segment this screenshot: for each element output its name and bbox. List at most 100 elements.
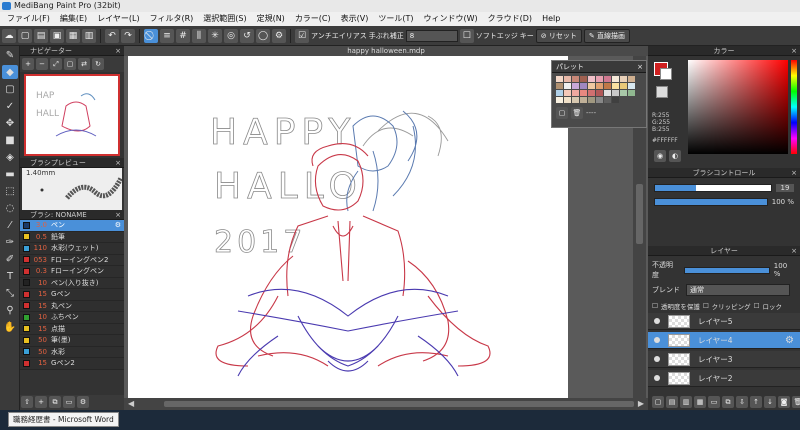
menu-cloud[interactable]: クラウド(D) (483, 12, 537, 26)
palette-swatch[interactable] (572, 90, 579, 96)
palette-swatch[interactable] (620, 83, 627, 89)
open-icon[interactable]: ▤ (34, 28, 48, 43)
palette-swatch[interactable] (556, 90, 563, 96)
dot-pen-icon[interactable]: ✓ (2, 99, 18, 113)
close-icon[interactable]: × (115, 46, 121, 56)
palette-swatch[interactable] (588, 76, 595, 82)
select-eraser-icon[interactable]: ✐ (2, 252, 18, 266)
palette-swatch[interactable] (604, 97, 611, 103)
delete-palette-icon[interactable]: 🗑 (571, 107, 583, 119)
concentric-ruler-icon[interactable]: ◎ (224, 28, 238, 43)
brush-item[interactable]: 3.0 ペン ⚙ (20, 220, 124, 232)
menu-help[interactable]: Help (537, 12, 565, 26)
visibility-icon[interactable] (654, 337, 660, 343)
palette-swatch[interactable] (572, 97, 579, 103)
blend-select[interactable]: 通常 (686, 284, 790, 296)
soft-edge-checkbox[interactable]: ☐ (459, 28, 474, 43)
layer-row[interactable]: レイヤー5 (648, 313, 800, 330)
hue-slider[interactable] (791, 60, 797, 154)
select-tool-icon[interactable]: ⬚ (2, 184, 18, 198)
undo-icon[interactable]: ↶ (105, 28, 119, 43)
brush-opacity-slider[interactable] (654, 198, 768, 206)
palette-swatch[interactable] (572, 76, 579, 82)
add-palette-icon[interactable]: ▢ (556, 107, 568, 119)
select-pen-icon[interactable]: ✑ (2, 235, 18, 249)
menu-window[interactable]: ウィンドウ(W) (419, 12, 483, 26)
palette-swatch[interactable] (580, 97, 587, 103)
visibility-icon[interactable] (654, 375, 660, 381)
palette-swatch[interactable] (564, 90, 571, 96)
palette-swatch[interactable] (596, 76, 603, 82)
layer-opacity-slider[interactable] (683, 266, 770, 274)
menu-layer[interactable]: レイヤー(L) (92, 12, 144, 26)
flip-icon[interactable]: ⇄ (78, 58, 90, 70)
horizontal-scrollbar[interactable]: ◀ ▶ (124, 398, 648, 410)
brush-item[interactable]: 0.3 Fローイングペン (20, 266, 124, 278)
ellipse-ruler-icon[interactable]: ◯ (256, 28, 270, 43)
magic-wand-icon[interactable]: ⁄ (2, 218, 18, 232)
fit-icon[interactable]: ⤢ (50, 58, 62, 70)
palette-swatch[interactable] (556, 97, 563, 103)
visibility-icon[interactable] (654, 356, 660, 362)
palette-swatch[interactable] (620, 76, 627, 82)
palette-swatch[interactable] (564, 83, 571, 89)
scroll-right-icon[interactable]: ▶ (638, 399, 644, 408)
new-file-icon[interactable]: ▢ (18, 28, 32, 43)
delete-layer-icon[interactable]: 🗑 (792, 396, 800, 408)
rect-select-icon[interactable]: ▢ (2, 82, 18, 96)
palette-swatch[interactable] (612, 83, 619, 89)
palette-swatch[interactable] (580, 76, 587, 82)
close-icon[interactable]: × (791, 46, 797, 56)
brush-item[interactable]: 10 ペン(入り抜き) (20, 278, 124, 289)
menu-ruler[interactable]: 定規(N) (252, 12, 290, 26)
lasso-tool-icon[interactable]: ◌ (2, 201, 18, 215)
add-8bit-layer-icon[interactable]: ▥ (680, 396, 692, 408)
menu-file[interactable]: ファイル(F) (2, 12, 55, 26)
folder-icon[interactable]: ▭ (708, 396, 720, 408)
saturation-value-picker[interactable] (688, 60, 788, 154)
duplicate-brush-icon[interactable]: ⧉ (49, 396, 61, 408)
palette-swatch[interactable] (612, 97, 619, 103)
upload-icon[interactable]: ⇧ (21, 396, 33, 408)
close-icon[interactable]: × (637, 61, 643, 73)
menu-color[interactable]: カラー(C) (290, 12, 336, 26)
actual-size-icon[interactable]: ▢ (64, 58, 76, 70)
palette-swatch[interactable] (596, 83, 603, 89)
antialias-checkbox[interactable]: ☑ (295, 28, 309, 43)
palette-swatch[interactable] (556, 83, 563, 89)
palette-swatch[interactable] (620, 90, 627, 96)
grid-icon[interactable]: ▦ (66, 28, 80, 43)
correction-select[interactable]: 8 (405, 29, 458, 42)
add-1bit-layer-icon[interactable]: ▦ (694, 396, 706, 408)
palette-swatch[interactable] (564, 97, 571, 103)
scroll-thumb[interactable] (636, 184, 643, 244)
add-layer-icon[interactable]: ▢ (652, 396, 664, 408)
palette-swatch[interactable] (572, 83, 579, 89)
brush-item[interactable]: 50 筆(墨) (20, 335, 124, 347)
palette-swatch[interactable] (628, 90, 635, 96)
layer-down-icon[interactable]: ↓ (764, 396, 776, 408)
parallel-ruler-icon[interactable]: ≡ (160, 28, 174, 43)
eraser-tool-icon[interactable]: ◆ (2, 65, 18, 79)
navigator-thumbnail[interactable]: HAP HALL (24, 74, 120, 156)
brush-item[interactable]: 15 丸ペン (20, 301, 124, 312)
merge-down-icon[interactable]: ⇩ (736, 396, 748, 408)
close-icon[interactable]: × (791, 246, 797, 256)
brush-tool-icon[interactable]: ✎ (2, 48, 18, 62)
palette-swatch[interactable] (628, 76, 635, 82)
background-color-swatch[interactable] (660, 68, 672, 80)
straight-line-button[interactable]: ✎ 直線描画 (583, 28, 630, 43)
scroll-thumb[interactable] (164, 401, 634, 407)
duplicate-layer-icon[interactable]: ⧉ (722, 396, 734, 408)
color-wheel-icon[interactable]: ◐ (669, 150, 681, 162)
palette-swatch[interactable] (628, 83, 635, 89)
reset-button[interactable]: ⊘ リセット (535, 28, 582, 43)
brush-item[interactable]: 110 水彩(ウェット) (20, 243, 124, 255)
cloud-icon[interactable]: ☁ (2, 28, 16, 43)
operation-tool-icon[interactable]: ⤡ (2, 286, 18, 300)
visibility-icon[interactable] (654, 318, 660, 324)
gradient-tool-icon[interactable]: ▬ (2, 167, 18, 181)
scroll-left-icon[interactable]: ◀ (128, 399, 134, 408)
menu-filter[interactable]: フィルタ(R) (145, 12, 199, 26)
palette-swatch[interactable] (580, 83, 587, 89)
